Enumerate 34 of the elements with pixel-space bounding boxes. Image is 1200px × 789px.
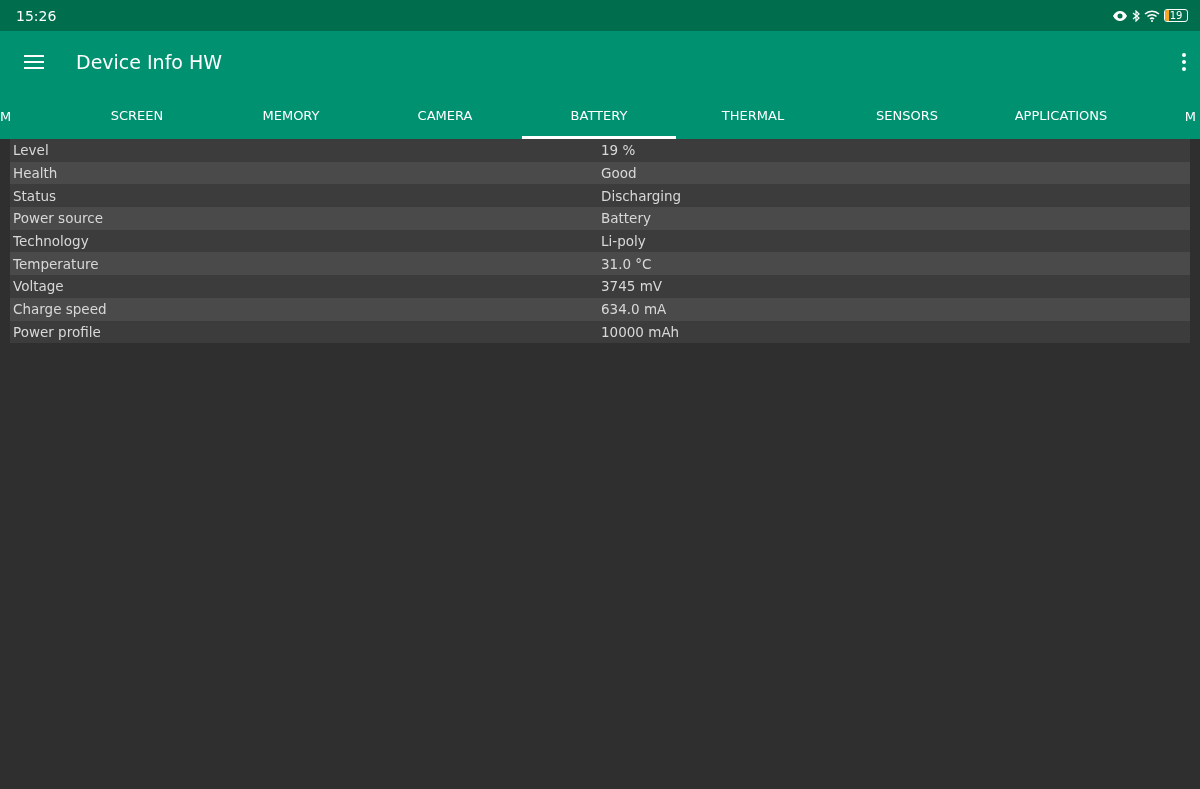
row-value: Discharging bbox=[600, 187, 683, 204]
tab[interactable]: THERMAL bbox=[676, 93, 830, 139]
row-label: Charge speed bbox=[12, 301, 108, 318]
wifi-icon bbox=[1144, 9, 1160, 22]
row-label: Technology bbox=[12, 233, 90, 250]
menu-button[interactable] bbox=[24, 54, 44, 70]
row-value: 10000 mAh bbox=[600, 323, 681, 340]
bluetooth-icon bbox=[1132, 9, 1140, 22]
row-value: 634.0 mA bbox=[600, 301, 668, 318]
row-value: Good bbox=[600, 165, 638, 182]
row-label: Health bbox=[12, 165, 59, 182]
row-label: Temperature bbox=[12, 255, 100, 272]
tab[interactable]: APPLICATIONS bbox=[984, 93, 1138, 139]
tab[interactable]: M bbox=[0, 108, 12, 124]
tab[interactable]: M bbox=[1184, 108, 1196, 124]
row-label: Power profile bbox=[12, 323, 102, 340]
tab[interactable]: SCREEN bbox=[60, 93, 214, 139]
tab[interactable]: SENSORS bbox=[830, 93, 984, 139]
tab[interactable]: CAMERA bbox=[368, 93, 522, 139]
row-value: 19 % bbox=[600, 142, 637, 159]
battery-percent: 19 bbox=[1169, 10, 1183, 21]
row-label: Power source bbox=[12, 210, 104, 227]
row-value: 3745 mV bbox=[600, 278, 664, 295]
tab[interactable]: MEMORY bbox=[214, 93, 368, 139]
row-value: Battery bbox=[600, 210, 652, 227]
row-value: Li-poly bbox=[600, 233, 647, 250]
row-value: 31.0 °C bbox=[600, 255, 653, 272]
eye-icon bbox=[1112, 9, 1128, 22]
row-label: Level bbox=[12, 142, 50, 159]
app-title: Device Info HW bbox=[76, 51, 224, 73]
row-label: Voltage bbox=[12, 278, 65, 295]
row-label: Status bbox=[12, 187, 58, 204]
status-time: 15:26 bbox=[16, 7, 57, 24]
more-options-button[interactable] bbox=[1182, 53, 1186, 71]
